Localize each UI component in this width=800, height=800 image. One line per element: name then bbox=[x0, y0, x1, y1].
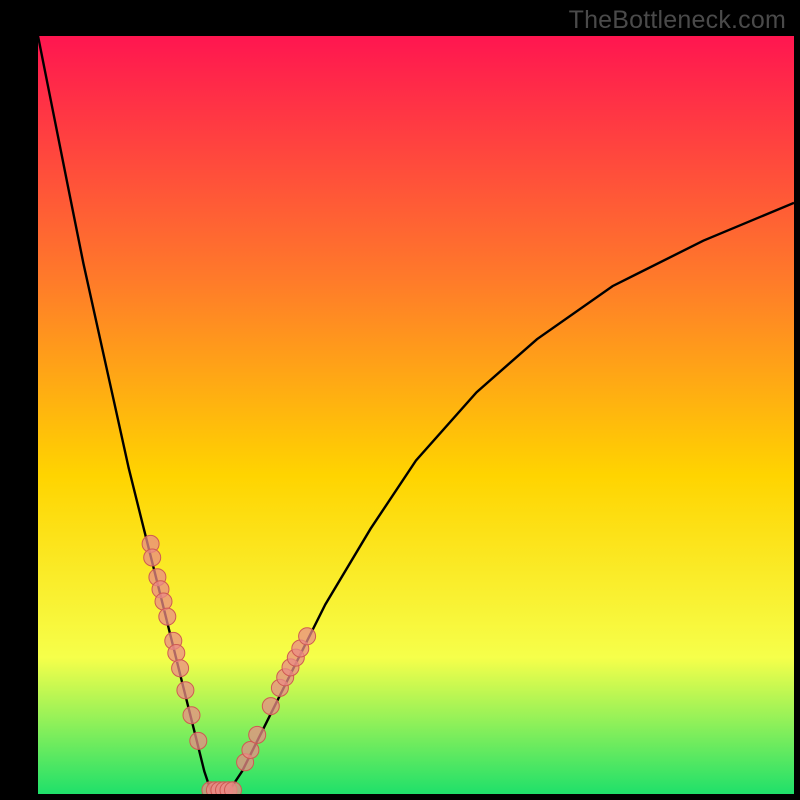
chart-frame: { "watermark": "TheBottleneck.com", "col… bbox=[0, 0, 800, 800]
data-point bbox=[183, 707, 200, 724]
data-point bbox=[155, 593, 172, 610]
data-point bbox=[299, 628, 316, 645]
bottleneck-chart bbox=[0, 0, 800, 800]
data-point bbox=[242, 742, 259, 759]
data-point bbox=[172, 660, 189, 677]
data-point bbox=[144, 549, 161, 566]
data-point bbox=[168, 645, 185, 662]
data-point bbox=[177, 682, 194, 699]
data-point bbox=[225, 782, 242, 799]
gradient-background bbox=[38, 36, 794, 794]
data-point bbox=[249, 726, 266, 743]
data-point bbox=[262, 698, 279, 715]
data-point bbox=[159, 608, 176, 625]
data-point bbox=[190, 732, 207, 749]
